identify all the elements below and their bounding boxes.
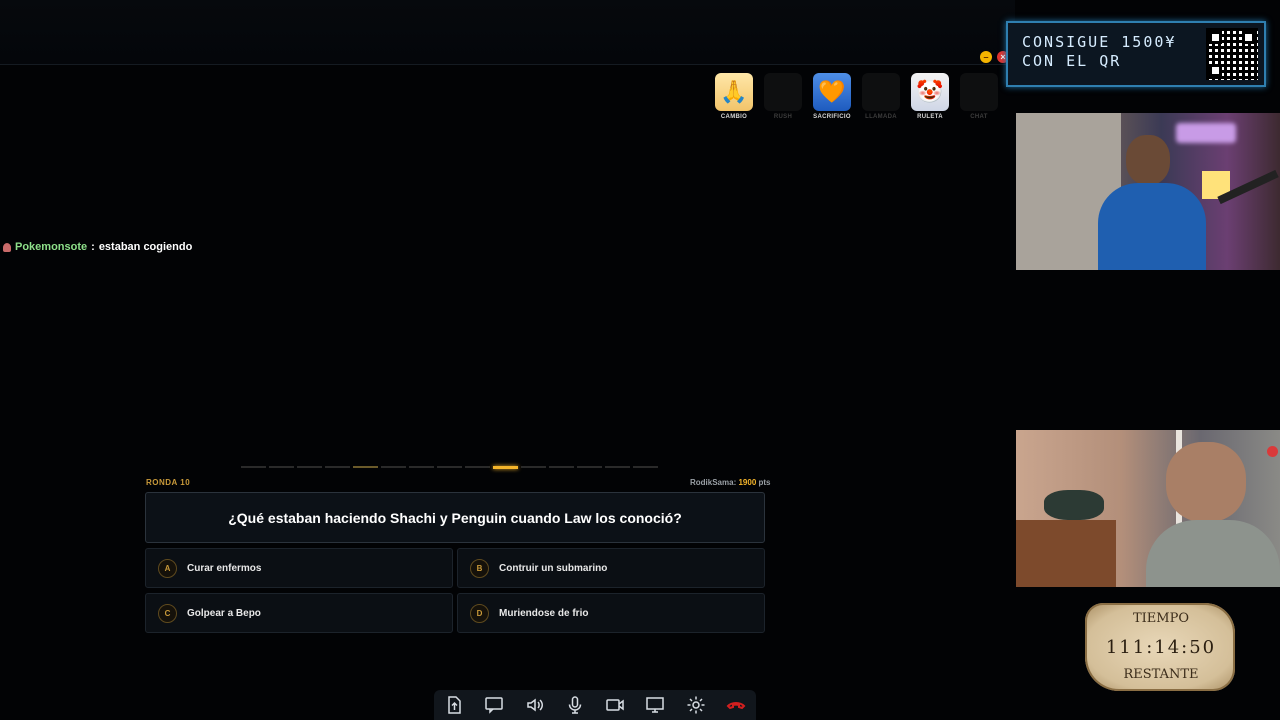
- player-points: 1900: [738, 478, 757, 487]
- hang-up-icon: [726, 702, 746, 710]
- progress-segment: [577, 466, 602, 468]
- progress-segment: [381, 466, 406, 468]
- progress-segment-current: [493, 466, 518, 469]
- progress-segment: [297, 466, 322, 468]
- llamada-icon: [862, 73, 900, 111]
- powerup-rush[interactable]: RUSH: [763, 73, 803, 120]
- monitor-icon: [646, 697, 665, 713]
- chat-separator: :: [91, 241, 95, 253]
- round-label: RONDA 10: [146, 478, 191, 487]
- microphone-icon: [568, 696, 582, 714]
- share-file-button[interactable]: [439, 692, 469, 718]
- qr-corner: [1209, 31, 1222, 44]
- answer-letter: B: [470, 558, 489, 578]
- hang-up-button[interactable]: [721, 692, 751, 718]
- powerup-label: CAMBIO: [720, 114, 748, 120]
- question-box: ¿Qué estaban haciendo Shachi y Penguin c…: [145, 492, 765, 543]
- person-head: [1126, 135, 1170, 185]
- cambio-icon: 🙏: [715, 73, 753, 111]
- video-camera-icon: [606, 699, 624, 711]
- player-name: RodikSama:: [690, 478, 737, 487]
- chat-text: estaban cogiendo: [98, 241, 193, 253]
- webcam-streamer: [1016, 113, 1280, 270]
- countdown-timer: TIEMPO 111:14:50 RESTANTE: [1065, 597, 1257, 700]
- progress-segment: [241, 466, 266, 468]
- person-shirt: [1146, 520, 1280, 587]
- top-bar: [0, 0, 1015, 65]
- furniture: [1016, 520, 1116, 587]
- powerup-llamada[interactable]: LLAMADA: [861, 73, 901, 120]
- answer-letter: D: [470, 603, 489, 623]
- sacrificio-icon: 🧡: [813, 73, 851, 111]
- person-head: [1166, 442, 1246, 522]
- qr-promo-line2: CON EL QR: [1022, 52, 1122, 70]
- powerup-sacrificio[interactable]: 🧡 SACRIFICIO: [812, 73, 852, 120]
- answer-text: Curar enfermos: [187, 562, 262, 574]
- progress-segment: [269, 466, 294, 468]
- answer-text: Golpear a Bepo: [187, 607, 261, 619]
- user-badge-icon: [3, 242, 11, 252]
- rush-icon: [764, 73, 802, 111]
- chat-bubble-icon: [485, 697, 504, 714]
- powerup-label: RUSH: [773, 114, 793, 120]
- powerup-bar: 🙏 CAMBIO RUSH 🧡 SACRIFICIO LLAMADA 🤡 RUL…: [714, 73, 999, 120]
- qr-promo-banner[interactable]: CONSIGUE 1500¥ CON EL QR: [1006, 21, 1266, 87]
- answer-d-button[interactable]: D Muriendose de frio: [457, 593, 765, 633]
- qr-corner: [1242, 31, 1255, 44]
- progress-segment: [549, 466, 574, 468]
- progress-segment: [409, 466, 434, 468]
- powerup-cambio[interactable]: 🙏 CAMBIO: [714, 73, 754, 120]
- settings-button[interactable]: [681, 692, 711, 718]
- call-toolbar: [434, 690, 756, 720]
- muted-mic-icon: [1267, 446, 1278, 457]
- timer-value: 111:14:50: [1105, 637, 1217, 658]
- progress-segment: [465, 466, 490, 468]
- timer-label-top: TIEMPO: [1132, 611, 1189, 626]
- qr-code-icon: [1206, 28, 1258, 80]
- speaker-icon: [526, 698, 543, 712]
- screen-share-button[interactable]: [640, 692, 670, 718]
- chat-button[interactable]: [479, 692, 509, 718]
- answer-b-button[interactable]: B Contruir un submarino: [457, 548, 765, 588]
- answer-letter: A: [158, 558, 177, 578]
- answer-a-button[interactable]: A Curar enfermos: [145, 548, 453, 588]
- round-progress: [241, 466, 658, 469]
- powerup-ruleta[interactable]: 🤡 RULETA: [910, 73, 950, 120]
- points-unit: pts: [758, 478, 771, 487]
- powerup-label: CHAT: [970, 114, 988, 120]
- minimize-icon[interactable]: –: [980, 51, 992, 63]
- progress-segment: [325, 466, 350, 468]
- answer-text: Muriendose de frio: [499, 607, 589, 619]
- camera-button[interactable]: [600, 692, 630, 718]
- powerup-chat[interactable]: CHAT: [959, 73, 999, 120]
- qr-promo-text: CONSIGUE 1500¥ CON EL QR: [1022, 33, 1176, 71]
- ruleta-icon: 🤡: [911, 73, 949, 111]
- qr-corner: [1209, 64, 1222, 77]
- answer-c-button[interactable]: C Golpear a Bepo: [145, 593, 453, 633]
- player-score: RodikSama: 1900 pts: [690, 478, 771, 487]
- progress-segment: [437, 466, 462, 468]
- timer-label-bottom: RESTANTE: [1123, 667, 1199, 682]
- progress-segment: [521, 466, 546, 468]
- plush: [1044, 490, 1104, 520]
- answer-text: Contruir un submarino: [499, 562, 608, 574]
- answer-letter: C: [158, 603, 177, 623]
- qr-promo-line1: CONSIGUE 1500¥: [1022, 33, 1177, 51]
- microphone-button[interactable]: [560, 692, 590, 718]
- light-panel: [1176, 123, 1236, 143]
- gear-icon: [687, 696, 705, 714]
- powerup-label: RULETA: [917, 114, 943, 120]
- progress-segment: [633, 466, 658, 468]
- powerup-label: SACRIFICIO: [813, 114, 851, 120]
- share-file-icon: [448, 696, 461, 714]
- chat-message: Pokemonsote : estaban cogiendo: [3, 241, 192, 253]
- progress-segment: [605, 466, 630, 468]
- chat-icon: [960, 73, 998, 111]
- progress-segment: [353, 466, 378, 468]
- chat-username: Pokemonsote: [15, 241, 88, 253]
- powerup-label: LLAMADA: [865, 114, 897, 120]
- volume-button[interactable]: [520, 692, 550, 718]
- webcam-guest: [1016, 430, 1280, 587]
- person-shirt: [1098, 183, 1206, 270]
